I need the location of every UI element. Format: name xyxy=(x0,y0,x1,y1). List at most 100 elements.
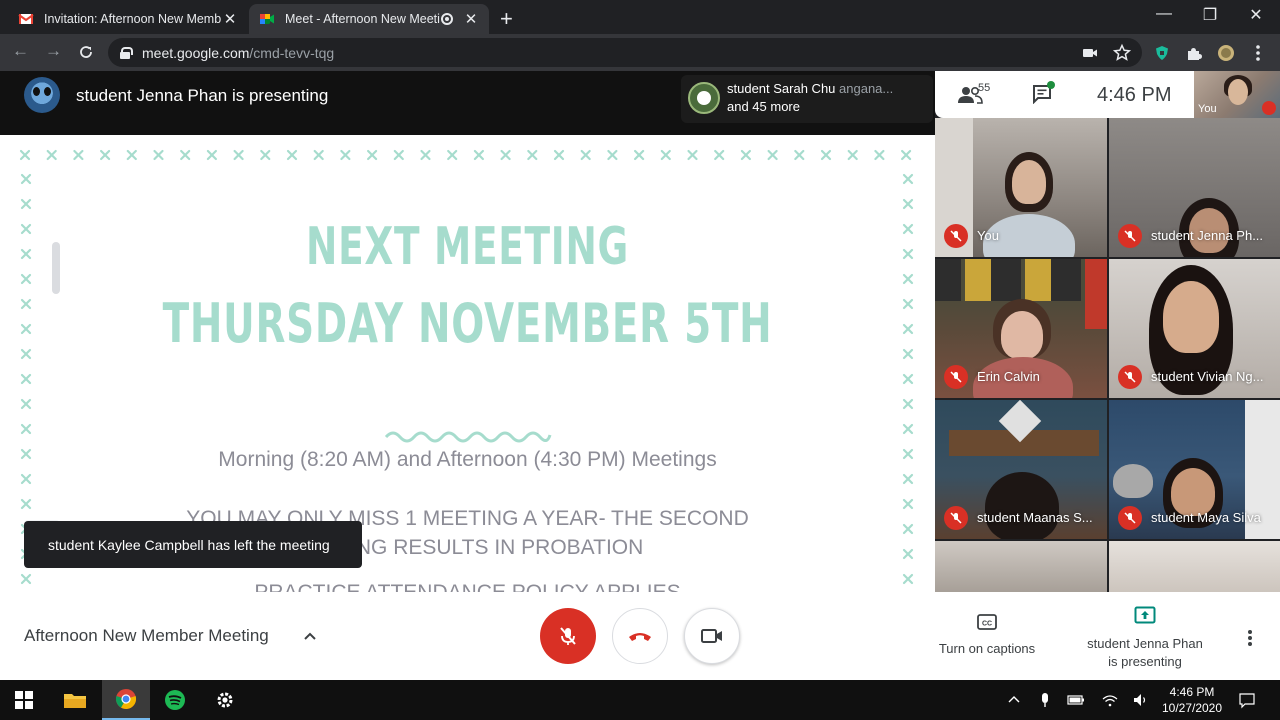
slide-subtitle: Morning (8:20 AM) and Afternoon (4:30 PM… xyxy=(218,448,717,471)
stitch-mark xyxy=(447,149,458,161)
tab-title: Invitation: Afternoon New Memb xyxy=(44,12,222,26)
tab-meet[interactable]: Meet - Afternoon New Meeti ✕ xyxy=(249,4,489,34)
stitch-mark xyxy=(126,149,137,161)
windows-taskbar: 4:46 PM 10/27/2020 xyxy=(0,680,1280,720)
participant-tile[interactable]: student Maya Silva xyxy=(1109,400,1280,539)
restore-button[interactable]: ❐ xyxy=(1187,5,1233,25)
chat-unread-dot xyxy=(1047,81,1055,89)
self-view-tile[interactable]: You xyxy=(1194,71,1280,118)
windows-logo-icon xyxy=(15,691,33,709)
back-icon[interactable]: ← xyxy=(12,41,29,61)
camera-in-use-icon[interactable] xyxy=(1080,43,1100,63)
tab-title: Meet - Afternoon New Meeti xyxy=(285,12,440,26)
stitch-mark xyxy=(420,149,431,161)
mic-off-icon xyxy=(944,224,968,248)
close-window-button[interactable]: ✕ xyxy=(1233,5,1279,25)
bookmark-star-icon[interactable] xyxy=(1112,43,1132,63)
participant-tile[interactable]: student Jenna Ph... xyxy=(1109,118,1280,257)
taskbar-time: 4:46 PM xyxy=(1169,685,1215,699)
stitch-mark xyxy=(260,149,271,161)
tray-wifi-icon[interactable] xyxy=(1100,690,1120,710)
tab-close-icon[interactable]: ✕ xyxy=(222,10,238,28)
stitch-mark xyxy=(20,398,32,410)
mic-off-icon xyxy=(944,506,968,530)
mic-off-icon xyxy=(1118,365,1142,389)
participant-tile[interactable] xyxy=(1109,541,1280,592)
slide-title-line2: THURSDAY NOVEMBER 5TH xyxy=(162,292,773,355)
stitch-mark xyxy=(794,149,805,161)
chrome-menu-icon[interactable] xyxy=(1248,43,1268,63)
tab-invitation[interactable]: Invitation: Afternoon New Memb ✕ xyxy=(8,4,248,34)
mic-off-icon xyxy=(560,627,576,645)
meeting-name[interactable]: Afternoon New Member Meeting xyxy=(24,626,269,646)
stitch-mark xyxy=(902,323,914,335)
stitch-mark xyxy=(820,149,832,161)
presenting-status-button[interactable]: student Jenna Phan is presenting xyxy=(1078,606,1212,671)
stitch-mark xyxy=(473,149,484,161)
tray-chevron-up-icon[interactable] xyxy=(1004,690,1024,710)
stitch-mark xyxy=(20,198,32,210)
stitch-mark xyxy=(19,149,31,161)
microphone-toggle-button[interactable] xyxy=(540,608,596,664)
stitch-mark xyxy=(902,223,914,235)
participant-grid: You student Jenna Ph... Erin Calvin stud… xyxy=(935,118,1280,592)
profile-avatar-icon[interactable] xyxy=(1216,43,1236,63)
reload-icon[interactable] xyxy=(78,44,94,60)
participant-tile[interactable]: student Vivian Ng... xyxy=(1109,259,1280,398)
taskbar-file-explorer[interactable] xyxy=(51,680,99,720)
leave-call-button[interactable] xyxy=(612,608,668,664)
more-options-icon[interactable] xyxy=(1242,628,1258,648)
extension-shield-icon[interactable] xyxy=(1152,43,1172,63)
taskbar-spotify[interactable] xyxy=(151,680,199,720)
joined-name: student Sarah Chu xyxy=(727,81,836,96)
browser-toolbar: ← → meet.google.com /cmd-tevv-tqg xyxy=(0,34,1280,71)
start-button[interactable] xyxy=(0,680,48,720)
forward-icon[interactable]: → xyxy=(45,41,62,61)
participant-tile[interactable]: You xyxy=(935,118,1107,257)
stitch-mark xyxy=(233,149,244,161)
address-bar[interactable]: meet.google.com /cmd-tevv-tqg xyxy=(108,38,1142,67)
stitch-mark xyxy=(902,173,914,185)
url-path: /cmd-tevv-tqg xyxy=(249,44,335,61)
minimize-button[interactable]: — xyxy=(1141,5,1187,23)
lock-icon xyxy=(120,46,133,59)
action-center-icon[interactable] xyxy=(1237,690,1257,710)
tray-battery-icon[interactable] xyxy=(1066,690,1086,710)
tray-volume-icon[interactable] xyxy=(1131,690,1151,710)
present-screen-icon xyxy=(1134,606,1156,624)
stitch-mark xyxy=(714,149,725,161)
stitch-mark xyxy=(367,149,378,161)
chevron-up-icon[interactable] xyxy=(302,628,318,644)
stitch-mark xyxy=(20,298,32,310)
presenter-avatar xyxy=(24,77,60,113)
taskbar-date: 10/27/2020 xyxy=(1161,701,1223,715)
stitch-mark xyxy=(527,149,538,161)
camera-toggle-button[interactable] xyxy=(684,608,740,664)
tab-close-icon[interactable]: ✕ xyxy=(463,10,479,28)
taskbar-chrome[interactable] xyxy=(102,680,150,720)
settings-gear-icon xyxy=(217,692,233,708)
participant-tile[interactable] xyxy=(935,541,1107,592)
stitch-mark xyxy=(206,149,217,161)
new-tab-button[interactable]: + xyxy=(500,6,513,32)
extensions-puzzle-icon[interactable] xyxy=(1184,43,1204,63)
participant-tile[interactable]: student Maanas S... xyxy=(935,400,1107,539)
meeting-clock: 4:46 PM xyxy=(1097,84,1172,106)
presenting-status-line1: student Jenna Phan xyxy=(1087,636,1203,651)
mic-off-icon xyxy=(1262,101,1276,115)
taskbar-settings[interactable] xyxy=(201,680,249,720)
stitch-mark xyxy=(902,423,914,435)
self-view-label: You xyxy=(1198,103,1217,115)
tray-microphone-icon[interactable] xyxy=(1035,690,1055,710)
participant-name: student Maanas S... xyxy=(977,510,1093,525)
slide-scrollbar[interactable] xyxy=(52,242,60,294)
stitch-mark xyxy=(902,473,914,485)
joined-avatar xyxy=(688,82,720,114)
participant-name: Erin Calvin xyxy=(977,369,1040,384)
captions-button[interactable]: CC Turn on captions xyxy=(930,614,1044,656)
participant-tile[interactable]: Erin Calvin xyxy=(935,259,1107,398)
stitch-mark xyxy=(20,373,32,385)
joined-notification[interactable]: student Sarah Chu anganа... and 45 more xyxy=(681,75,933,123)
stitch-mark xyxy=(902,198,914,210)
slide-border-top xyxy=(19,149,912,161)
